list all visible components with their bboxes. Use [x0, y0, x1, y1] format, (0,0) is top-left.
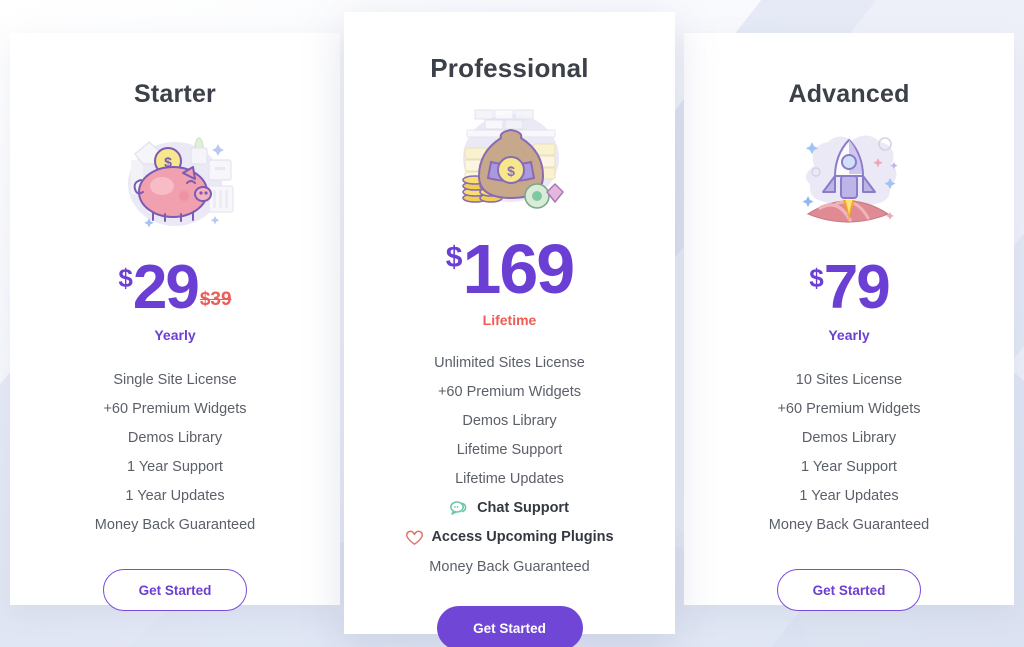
currency-symbol: $: [118, 263, 133, 293]
feature-item: Single Site License: [10, 365, 340, 394]
feature-item: +60 Premium Widgets: [684, 394, 1014, 423]
feature-label: Lifetime Updates: [455, 470, 564, 487]
feature-list: Single Site License +60 Premium Widgets …: [10, 365, 340, 539]
pricing-page: Starter $ $ 29 $39 Yearly Single Site Li…: [0, 0, 1024, 647]
feature-item: 10 Sites License: [684, 365, 1014, 394]
get-started-button-advanced[interactable]: Get Started: [777, 569, 921, 611]
feature-label: Demos Library: [801, 429, 897, 446]
billing-period: Yearly: [828, 327, 870, 343]
plan-name: Starter: [134, 80, 216, 108]
feature-item: Demos Library: [10, 423, 340, 452]
feature-label: Money Back Guaranteed: [768, 516, 930, 533]
feature-label: Unlimited Sites License: [434, 354, 585, 371]
feature-item: +60 Premium Widgets: [10, 394, 340, 423]
billing-period: Yearly: [154, 327, 196, 343]
feature-label: Demos Library: [127, 429, 223, 446]
feature-label: Money Back Guaranteed: [94, 516, 256, 533]
feature-item: Demos Library: [344, 406, 675, 435]
rocket-illustration: [684, 115, 1014, 243]
heart-icon: [405, 529, 424, 546]
feature-label: 1 Year Updates: [799, 487, 899, 504]
feature-label: Money Back Guaranteed: [429, 558, 590, 575]
svg-text:$: $: [507, 163, 515, 179]
feature-item: +60 Premium Widgets: [344, 377, 675, 406]
price-row: $ 169: [344, 234, 675, 304]
feature-label: Chat Support: [477, 499, 569, 516]
feature-item: Money Back Guaranteed: [10, 510, 340, 539]
feature-label: 1 Year Support: [127, 458, 223, 475]
original-price: $39: [199, 289, 232, 310]
money-bag-illustration: $: [344, 92, 675, 224]
feature-label: +60 Premium Widgets: [777, 400, 921, 417]
price-row: $ 79: [684, 257, 1014, 319]
feature-item: Demos Library: [684, 423, 1014, 452]
feature-item: 1 Year Updates: [10, 481, 340, 510]
feature-label: +60 Premium Widgets: [437, 383, 582, 400]
plan-name: Professional: [430, 53, 589, 83]
feature-item: Money Back Guaranteed: [344, 552, 675, 581]
feature-item: Chat Support: [344, 493, 675, 522]
feature-label: 10 Sites License: [795, 371, 903, 388]
feature-item: 1 Year Support: [684, 452, 1014, 481]
currency-symbol: $: [809, 263, 824, 293]
get-started-button-professional[interactable]: Get Started: [436, 606, 583, 647]
feature-item: Lifetime Support: [344, 435, 675, 464]
feature-label: Lifetime Support: [456, 441, 563, 458]
feature-item: Unlimited Sites License: [344, 348, 675, 377]
billing-period: Lifetime: [482, 312, 537, 328]
pricing-card-professional: Professional $ $ 169 Lifetime Unlimited …: [344, 12, 675, 647]
feature-label: 1 Year Support: [801, 458, 897, 475]
feature-label: Single Site License: [113, 371, 237, 388]
feature-list: Unlimited Sites License +60 Premium Widg…: [344, 348, 675, 581]
plan-name: Advanced: [788, 80, 910, 108]
currency-symbol: $: [445, 241, 463, 274]
feature-item: 1 Year Updates: [684, 481, 1014, 510]
feature-label: Demos Library: [462, 412, 557, 429]
piggy-bank-illustration: $: [10, 115, 340, 243]
pricing-card-advanced: Advanced $ 79 Yearly 10 Sites License +6…: [684, 33, 1014, 611]
feature-item: 1 Year Support: [10, 452, 340, 481]
feature-label: Access Upcoming Plugins: [431, 529, 614, 545]
price-amount: 79: [823, 253, 891, 322]
chat-bubble-icon: [450, 500, 470, 515]
feature-list: 10 Sites License +60 Premium Widgets Dem…: [684, 365, 1014, 539]
price-amount: 29: [132, 253, 200, 322]
feature-label: +60 Premium Widgets: [103, 400, 247, 417]
feature-item: Lifetime Updates: [344, 464, 675, 493]
price-amount: 169: [462, 230, 575, 308]
feature-item: Access Upcoming Plugins: [344, 522, 675, 552]
pricing-card-starter: Starter $ $ 29 $39 Yearly Single Site Li…: [10, 33, 340, 611]
get-started-button-starter[interactable]: Get Started: [103, 569, 247, 611]
price-row: $ 29 $39: [10, 257, 340, 319]
feature-label: 1 Year Updates: [125, 487, 225, 504]
feature-item: Money Back Guaranteed: [684, 510, 1014, 539]
